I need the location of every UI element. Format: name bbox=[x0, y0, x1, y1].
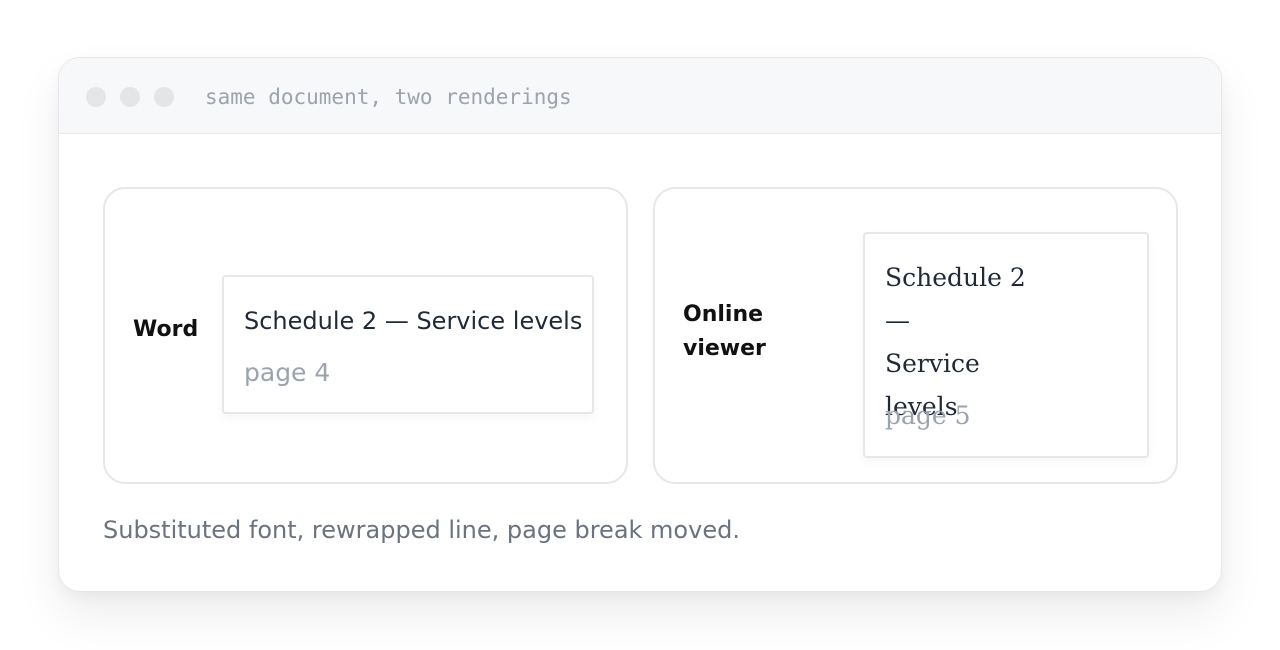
window-dot-icon[interactable] bbox=[120, 87, 140, 107]
panel-word: Word Schedule 2 — Service levels page 4 bbox=[103, 187, 628, 484]
page-number: page 4 bbox=[244, 358, 331, 387]
window: same document, two renderings Word Sched… bbox=[58, 57, 1222, 592]
caption: Substituted font, rewrapped line, page b… bbox=[103, 516, 740, 544]
titlebar: same document, two renderings bbox=[59, 58, 1221, 134]
page-number: page 5 bbox=[885, 401, 971, 430]
panel-online-viewer: Online viewer Schedule 2 — Service levels … bbox=[653, 187, 1178, 484]
window-dot-icon[interactable] bbox=[154, 87, 174, 107]
window-dot-icon[interactable] bbox=[86, 87, 106, 107]
heading-line: Schedule 2 — bbox=[885, 263, 1026, 335]
card-heading: Schedule 2 — Service levels bbox=[244, 307, 583, 335]
document-card-viewer: Schedule 2 — Service levels page 5 bbox=[863, 232, 1149, 458]
panel-label: Online viewer bbox=[683, 302, 766, 361]
heading-line: Service bbox=[885, 349, 980, 378]
document-card-word: Schedule 2 — Service levels page 4 bbox=[222, 275, 594, 414]
window-title: same document, two renderings bbox=[205, 85, 572, 109]
panel-label: Word bbox=[133, 317, 199, 342]
